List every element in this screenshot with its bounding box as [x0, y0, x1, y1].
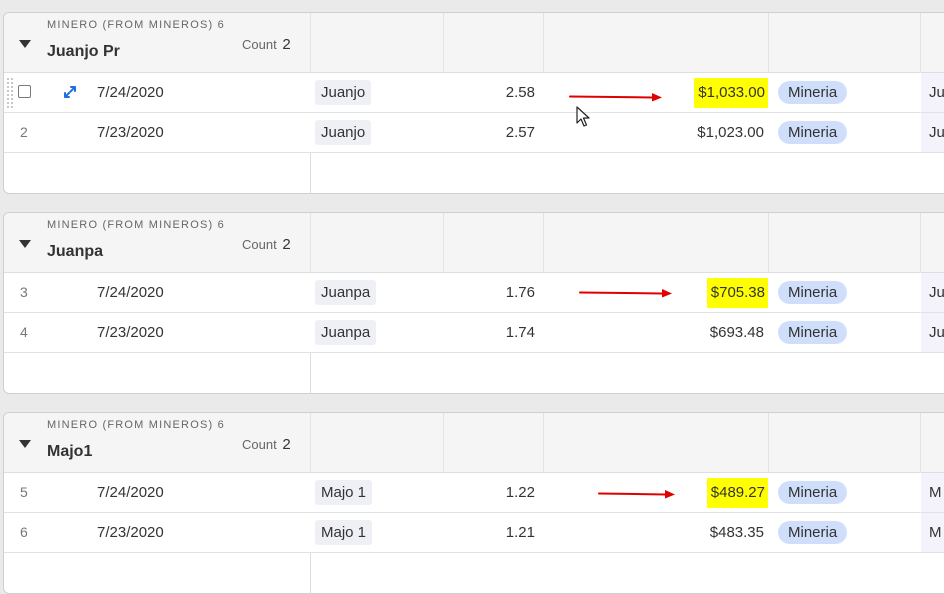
category-tag[interactable]: Mineria: [778, 281, 848, 304]
header-divider: [768, 13, 769, 72]
group-header[interactable]: MINERO (FROM MINEROS) 6 Juanpa Count 2: [4, 213, 944, 273]
annotation-arrow-icon: [569, 93, 662, 102]
table-row[interactable]: 3 7/24/2020 Juanpa 1.76 $705.38 Mineria …: [4, 273, 944, 313]
linked-record-chip[interactable]: Majo 1: [315, 480, 373, 505]
header-divider: [310, 413, 311, 472]
header-divider: [443, 13, 444, 72]
record-group: MINERO (FROM MINEROS) 6 Majo1 Count 2 5 …: [3, 412, 944, 594]
row-number: 5: [20, 484, 28, 500]
group-count: Count 2: [242, 236, 291, 253]
count-value: 2: [282, 436, 291, 453]
truncated-cell[interactable]: Ju: [921, 113, 944, 152]
row-number: 6: [20, 524, 28, 540]
mouse-cursor-icon: [576, 106, 590, 127]
header-divider: [310, 213, 311, 272]
count-value: 2: [282, 236, 291, 253]
date-cell[interactable]: 7/24/2020: [97, 273, 164, 312]
number-cell[interactable]: 1.74: [444, 313, 535, 352]
collapse-caret-icon[interactable]: [19, 40, 31, 48]
amount-value: $693.48: [709, 324, 764, 341]
number-cell[interactable]: 1.21: [444, 513, 535, 552]
date-cell[interactable]: 7/23/2020: [97, 313, 164, 352]
category-tag[interactable]: Mineria: [778, 81, 848, 104]
category-tag[interactable]: Mineria: [778, 481, 848, 504]
count-label: Count: [242, 437, 277, 452]
header-divider: [543, 413, 544, 472]
record-group: MINERO (FROM MINEROS) 6 Juanjo Pr Count …: [3, 12, 944, 194]
record-group: MINERO (FROM MINEROS) 6 Juanpa Count 2 3…: [3, 212, 944, 394]
truncated-cell[interactable]: M: [921, 513, 944, 552]
amount-value: $1,033.00: [694, 78, 768, 108]
header-divider: [768, 413, 769, 472]
date-cell[interactable]: 7/23/2020: [97, 513, 164, 552]
truncated-cell[interactable]: Ju: [921, 273, 944, 312]
group-header[interactable]: MINERO (FROM MINEROS) 6 Juanjo Pr Count …: [4, 13, 944, 73]
linked-record-chip[interactable]: Juanpa: [315, 280, 377, 305]
group-field-label: MINERO (FROM MINEROS) 6: [47, 419, 225, 431]
row-checkbox[interactable]: [18, 85, 31, 98]
group-field-label: MINERO (FROM MINEROS) 6: [47, 219, 225, 231]
table-row[interactable]: 2 7/23/2020 Juanjo 2.57 $1,023.00 Mineri…: [4, 113, 944, 153]
truncated-cell[interactable]: M: [921, 473, 944, 512]
category-tag[interactable]: Mineria: [778, 321, 848, 344]
group-name: Juanjo Pr: [47, 43, 120, 60]
amount-value: $489.27: [706, 478, 768, 508]
annotation-arrow-icon: [579, 289, 672, 298]
expand-record-icon[interactable]: [62, 84, 78, 100]
count-label: Count: [242, 237, 277, 252]
category-tag[interactable]: Mineria: [778, 121, 848, 144]
collapse-caret-icon[interactable]: [19, 440, 31, 448]
table-row[interactable]: 6 7/23/2020 Majo 1 1.21 $483.35 Mineria …: [4, 513, 944, 553]
header-divider: [920, 213, 921, 272]
linked-record-chip[interactable]: Juanjo: [315, 80, 372, 105]
row-number: 2: [20, 124, 28, 140]
header-divider: [920, 13, 921, 72]
amount-value: $1,023.00: [697, 124, 764, 141]
truncated-cell[interactable]: Ju: [921, 313, 944, 352]
header-divider: [543, 13, 544, 72]
truncated-cell[interactable]: Ju: [921, 73, 944, 112]
group-name: Juanpa: [47, 243, 104, 260]
linked-record-chip[interactable]: Juanpa: [315, 320, 377, 345]
annotation-arrow-icon: [598, 490, 675, 499]
table-row[interactable]: 4 7/23/2020 Juanpa 1.74 $693.48 Mineria …: [4, 313, 944, 353]
date-cell[interactable]: 7/24/2020: [97, 73, 164, 112]
category-tag[interactable]: Mineria: [778, 521, 848, 544]
amount-cell[interactable]: $693.48: [544, 313, 768, 352]
group-name: Majo1: [47, 443, 93, 460]
drag-handle-icon[interactable]: [6, 77, 15, 109]
amount-cell[interactable]: $483.35: [544, 513, 768, 552]
number-cell[interactable]: 2.58: [444, 73, 535, 112]
group-field-label: MINERO (FROM MINEROS) 6: [47, 19, 225, 31]
header-divider: [768, 213, 769, 272]
count-label: Count: [242, 37, 277, 52]
header-divider: [443, 213, 444, 272]
amount-value: $705.38: [706, 278, 768, 308]
table-row[interactable]: 7/24/2020 Juanjo 2.58 $1,033.00 Mineria …: [4, 73, 944, 113]
number-cell[interactable]: 2.57: [444, 113, 535, 152]
row-number: 4: [20, 324, 28, 340]
linked-record-chip[interactable]: Juanjo: [315, 120, 372, 145]
group-count: Count 2: [242, 36, 291, 53]
amount-value: $483.35: [709, 524, 764, 541]
collapse-caret-icon[interactable]: [19, 240, 31, 248]
group-count: Count 2: [242, 436, 291, 453]
row-number: 3: [20, 284, 28, 300]
header-divider: [443, 413, 444, 472]
number-cell[interactable]: 1.76: [444, 273, 535, 312]
header-divider: [543, 213, 544, 272]
header-divider: [310, 13, 311, 72]
date-cell[interactable]: 7/23/2020: [97, 113, 164, 152]
table-row[interactable]: 5 7/24/2020 Majo 1 1.22 $489.27 Mineria …: [4, 473, 944, 513]
header-divider: [920, 413, 921, 472]
group-header[interactable]: MINERO (FROM MINEROS) 6 Majo1 Count 2: [4, 413, 944, 473]
linked-record-chip[interactable]: Majo 1: [315, 520, 373, 545]
number-cell[interactable]: 1.22: [444, 473, 535, 512]
date-cell[interactable]: 7/24/2020: [97, 473, 164, 512]
count-value: 2: [282, 36, 291, 53]
